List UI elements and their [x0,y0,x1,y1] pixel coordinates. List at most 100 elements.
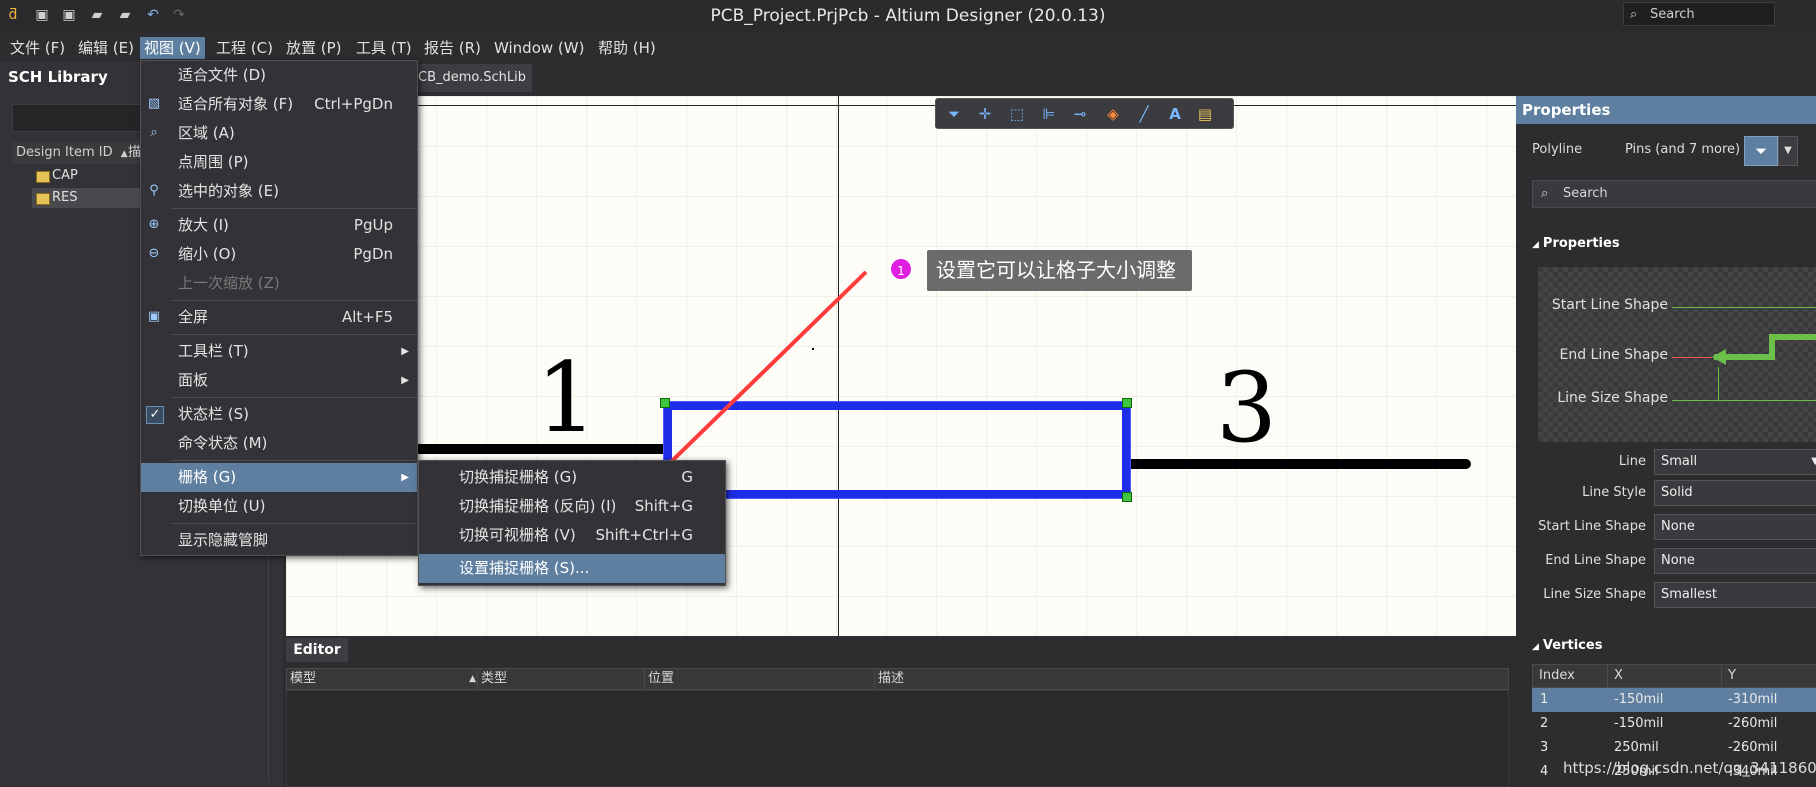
menu-item-grids[interactable]: 栅格 (G) ▶ [141,463,417,492]
menu-item-area[interactable]: ⌕ 区域 (A) [141,119,417,148]
menu-item-fit-all-objects[interactable]: ▧ 适合所有对象 (F) Ctrl+PgDn [141,90,417,119]
field-label-line-size-shape: Line Size Shape [1543,587,1646,602]
fit-all-icon: ▧ [147,96,161,111]
selection-filter-summary[interactable]: Pins (and 7 more) [1625,142,1740,157]
column-y[interactable]: Y [1721,665,1816,687]
search-icon: ⌕ [1630,7,1638,22]
menu-tools[interactable]: 工具 (T) [352,37,416,59]
preview-size-label: Line Size Shape [1557,390,1668,406]
fill-icon[interactable]: ◈ [1102,104,1124,124]
select-rect-icon[interactable]: ⬚ [1006,104,1028,124]
selected-objects-icon: ⚲ [149,183,159,198]
menu-item-command-status[interactable]: 命令状态 (M) [141,429,417,458]
place-pin-icon[interactable]: ⊸ [1069,104,1091,124]
menu-window[interactable]: Window (W) [490,37,588,59]
menu-item-selected-objects[interactable]: ⚲ 选中的对象 (E) [141,177,417,206]
editor-table-body[interactable] [286,690,1509,787]
properties-search-input[interactable]: ⌕ Search [1532,180,1816,208]
menu-item-toggle-visible-grid[interactable]: 切换可视栅格 (V) Shift+Ctrl+G [419,521,725,550]
menu-item-around-point[interactable]: 点周围 (P) [141,148,417,177]
vertex-handle[interactable] [1122,492,1132,502]
component-body-polyline[interactable] [663,401,1131,499]
menu-edit[interactable]: 编辑 (E) [74,37,138,59]
properties-panel: Properties Polyline Pins (and 7 more) ⏷ … [1516,96,1816,787]
menu-bar: 文件 (F) 编辑 (E) 视图 (V) 工程 (C) 放置 (P) 工具 (T… [0,32,1816,62]
tab-editor[interactable]: Editor [286,638,348,662]
menu-item-toolbars[interactable]: 工具栏 (T) ▶ [141,337,417,366]
section-properties-header[interactable]: ◢ Properties [1532,236,1620,251]
cursor-dot [812,348,814,350]
menu-file[interactable]: 文件 (F) [6,37,69,59]
preview-end-line [1672,357,1712,358]
filter-icon[interactable]: ⏷ [943,104,965,124]
column-type[interactable]: 类型 [477,669,648,689]
vertices-table-header: Index X Y [1532,664,1816,688]
menu-item-fit-document[interactable]: 适合文件 (D) [141,61,417,90]
component-icon [36,193,50,205]
preview-start-label: Start Line Shape [1551,297,1668,313]
pin-right[interactable] [1129,459,1471,469]
menu-help[interactable]: 帮助 (H) [594,37,660,59]
menu-item-zoom-out[interactable]: ⊖ 缩小 (O) PgDn [141,240,417,269]
menu-item-panels[interactable]: 面板 ▶ [141,366,417,395]
column-index[interactable]: Index [1533,665,1613,687]
move-cross-icon[interactable]: ✛ [974,104,996,124]
document-tab[interactable]: CB_demo.SchLib * [412,64,532,113]
sort-asc-icon: ▲ [120,149,128,159]
menu-separator [171,208,417,209]
column-model[interactable]: 模型 ▲ [287,669,480,689]
column-description[interactable]: 描述 [874,669,1512,689]
menu-separator [171,460,417,461]
list-item[interactable]: CAP [32,166,78,186]
collapse-triangle-icon: ◢ [1532,642,1539,652]
place-line-icon[interactable]: ╱ [1133,104,1155,124]
menu-item-status-bar[interactable]: ✓ 状态栏 (S) [141,400,417,429]
panel-title: Properties [1516,96,1816,124]
search-placeholder: Search [1563,186,1608,201]
vertex-handle[interactable] [1122,398,1132,408]
menu-item-show-hidden-pins[interactable]: 显示隐藏管脚 [141,526,417,555]
table-row[interactable]: 3 250mil -260mil [1532,736,1816,760]
end-line-shape-select[interactable]: None [1654,548,1816,574]
menu-project[interactable]: 工程 (C) [212,37,277,59]
place-part-icon[interactable]: ▤ [1194,104,1216,124]
align-icon[interactable]: ⊫ [1038,104,1060,124]
vertex-handle[interactable] [660,398,670,408]
search-icon: ⌕ [1541,186,1549,201]
column-design-item-id[interactable]: Design Item ID [16,145,113,160]
menu-item-set-snap-grid[interactable]: 设置捕捉栅格 (S)... [419,554,725,583]
watermark: https://blog.csdn.net/qq_34118600 [1563,759,1816,777]
line-style-select[interactable]: Solid [1654,480,1816,506]
menu-item-toggle-snap-grid-reverse[interactable]: 切换捕捉栅格 (反向) (I) Shift+G [419,492,725,521]
global-search-input[interactable]: ⌕ Search [1623,2,1775,26]
column-location[interactable]: 位置 [644,669,878,689]
selection-filter-button[interactable]: ⏷ [1744,136,1778,166]
column-x[interactable]: X [1607,665,1728,687]
section-vertices-header[interactable]: ◢ Vertices [1532,638,1602,653]
menu-view[interactable]: 视图 (V) [140,37,205,59]
table-row[interactable]: 2 -150mil -260mil [1532,712,1816,736]
fullscreen-icon: ▣ [147,309,161,324]
view-dropdown-menu: 适合文件 (D) ▧ 适合所有对象 (F) Ctrl+PgDn ⌕ 区域 (A) 点周… [140,60,418,556]
active-bar-toolbar: ⏷ ✛ ⬚ ⊫ ⊸ ◈ ╱ A ▤ [935,98,1234,129]
menu-item-toggle-units[interactable]: 切换单位 (U) [141,492,417,521]
menu-item-zoom-in[interactable]: ⊕ 放大 (I) PgUp [141,211,417,240]
field-label-line: Line [1618,454,1646,469]
menu-item-last-zoom: 上一次缩放 (Z) [178,274,280,292]
menu-item-toggle-snap-grid[interactable]: 切换捕捉栅格 (G) G [419,463,725,492]
field-label-end-line-shape: End Line Shape [1545,553,1646,568]
line-size-shape-select[interactable]: Smallest [1654,582,1816,608]
menu-place[interactable]: 放置 (P) [282,37,346,59]
filter-dropdown-button[interactable]: ▼ [1778,136,1798,166]
place-text-icon[interactable]: A [1164,104,1186,124]
menu-item-fullscreen[interactable]: ▣ 全屏 Alt+F5 [141,303,417,332]
line-width-select[interactable]: Small ▼ [1654,449,1816,475]
canvas-axis-horizontal [286,105,1516,106]
area-zoom-icon: ⌕ [150,125,158,140]
panel-title: SCH Library [8,68,108,86]
menu-reports[interactable]: 报告 (R) [420,37,485,59]
object-kind: Polyline [1532,142,1583,157]
field-label-start-line-shape: Start Line Shape [1538,519,1646,534]
start-line-shape-select[interactable]: None [1654,514,1816,540]
table-row[interactable]: 1 -150mil -310mil [1532,688,1816,712]
